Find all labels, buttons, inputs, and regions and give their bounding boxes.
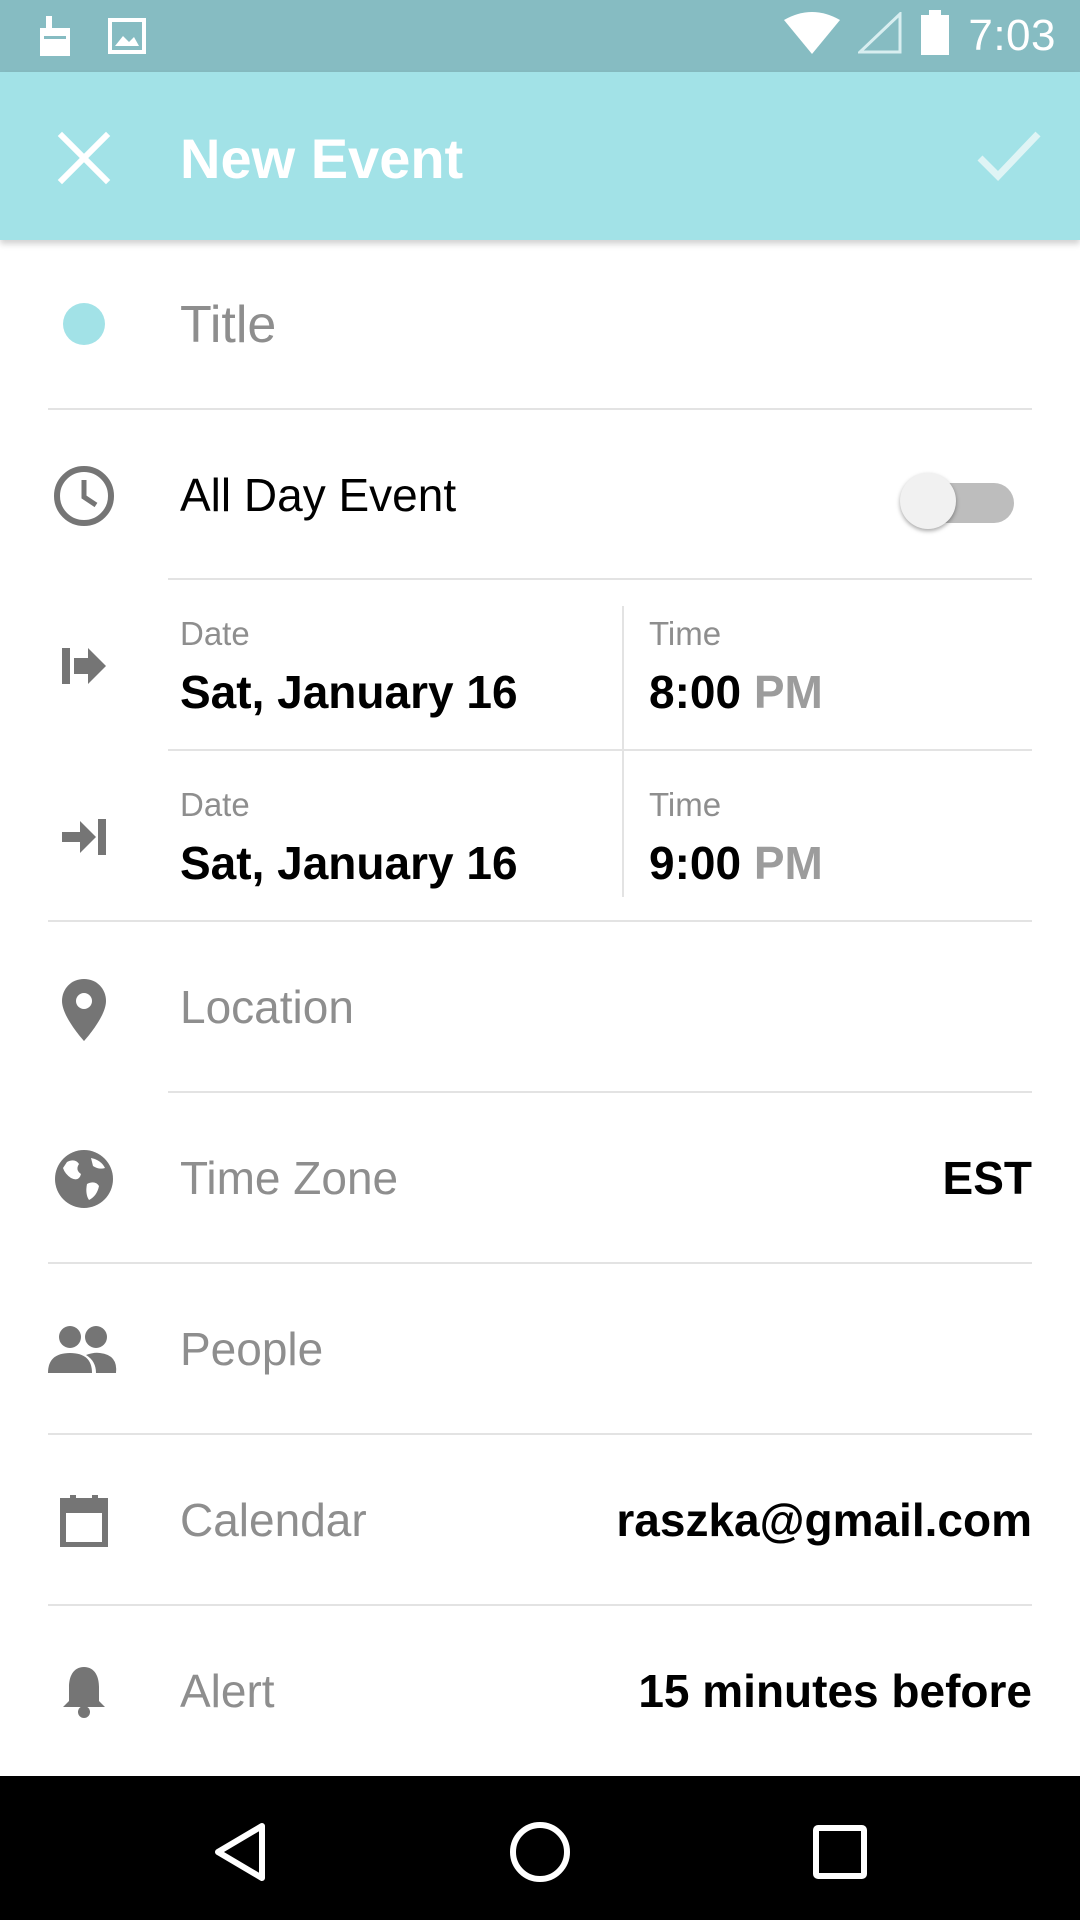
end-ampm: PM [753, 837, 823, 889]
location-row[interactable]: Location [0, 922, 1080, 1092]
vertical-divider [622, 751, 624, 897]
clock-icon [48, 460, 120, 532]
title-row[interactable]: Title [0, 240, 1080, 410]
recents-button[interactable] [800, 1812, 880, 1892]
status-time: 7:03 [968, 10, 1056, 60]
start-time-label: Time [649, 615, 722, 652]
start-arrow-icon [48, 630, 120, 702]
start-date-label: Date [180, 615, 250, 652]
start-row: Date Sat, January 16 Time 8:00 PM [0, 580, 1080, 750]
calendar-row[interactable]: Calendar raszka@gmail.com [0, 1435, 1080, 1605]
back-button[interactable] [200, 1812, 280, 1892]
check-icon [977, 131, 1041, 182]
alert-value: 15 minutes before [638, 1665, 1032, 1717]
back-icon [215, 1823, 265, 1881]
battery-icon [920, 10, 950, 61]
time-zone-value: EST [942, 1152, 1032, 1204]
all-day-toggle[interactable] [900, 473, 1016, 529]
close-icon [57, 131, 111, 185]
save-button[interactable] [974, 126, 1044, 186]
home-icon [510, 1822, 570, 1882]
app-bar: New Event [0, 72, 1080, 240]
end-time[interactable]: 9:00 PM [649, 836, 823, 890]
start-ampm: PM [753, 666, 823, 718]
time-zone-label: Time Zone [180, 1152, 399, 1204]
home-button[interactable] [500, 1812, 580, 1892]
people-input[interactable]: People [180, 1322, 323, 1376]
calendar-icon [48, 1485, 120, 1557]
status-bar: 7:03 [0, 0, 1080, 72]
end-arrow-icon [48, 801, 120, 873]
close-button[interactable] [54, 128, 114, 188]
wifi-icon [784, 12, 841, 59]
end-date[interactable]: Sat, January 16 [180, 836, 518, 890]
title-input[interactable]: Title [180, 295, 276, 355]
start-time-value: 8:00 [649, 666, 742, 718]
globe-icon [48, 1143, 120, 1215]
navigation-bar [0, 1776, 1080, 1920]
people-icon [46, 1314, 118, 1386]
end-row: Date Sat, January 16 Time 9:00 PM [0, 751, 1080, 921]
people-row[interactable]: People [0, 1264, 1080, 1434]
start-date[interactable]: Sat, January 16 [180, 665, 518, 719]
time-zone-row[interactable]: Time Zone EST [0, 1093, 1080, 1263]
end-time-value: 9:00 [649, 837, 742, 889]
start-time[interactable]: 8:00 PM [649, 665, 823, 719]
bell-icon [48, 1656, 120, 1728]
page-title: New Event [180, 127, 464, 190]
image-icon [108, 18, 146, 59]
event-color-dot[interactable] [48, 288, 120, 360]
end-time-label: Time [649, 786, 722, 823]
all-day-label: All Day Event [180, 469, 457, 521]
signal-icon [856, 10, 902, 59]
vertical-divider [622, 606, 624, 750]
toggle-knob [900, 473, 956, 529]
recents-icon [813, 1825, 867, 1879]
sd-card-icon [36, 14, 74, 63]
alert-label: Alert [180, 1665, 275, 1717]
calendar-label: Calendar [180, 1494, 367, 1546]
location-pin-icon [48, 974, 120, 1046]
end-date-label: Date [180, 786, 250, 823]
location-input[interactable]: Location [180, 980, 354, 1034]
alert-row[interactable]: Alert 15 minutes before [0, 1606, 1080, 1776]
calendar-value: raszka@gmail.com [616, 1494, 1032, 1546]
